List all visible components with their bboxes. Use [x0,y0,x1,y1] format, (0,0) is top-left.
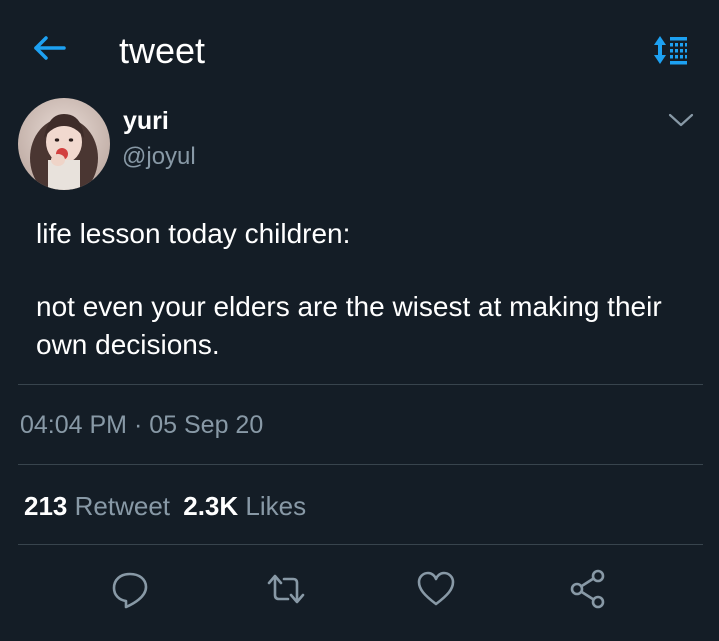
like-icon [417,571,455,606]
author-display-name[interactable]: yuri [123,106,169,136]
likes-count[interactable]: 2.3K [183,491,238,521]
tweet-timestamp: 04:04 PM · 05 Sep 20 [20,410,263,440]
retweet-label[interactable]: Retweet [75,491,170,521]
page-title: tweet [119,30,206,71]
divider [18,384,703,385]
timestamp-separator: · [127,411,150,439]
sort-toggle-icon [654,36,687,65]
sort-toggle-button[interactable] [651,33,693,73]
like-button[interactable] [414,567,458,611]
tweet-date: 05 Sep 20 [149,411,264,439]
more-options-button[interactable] [664,108,698,132]
back-button[interactable] [30,32,70,72]
likes-label[interactable]: Likes [245,491,306,521]
retweet-icon [267,574,305,604]
avatar-photo-icon [18,98,110,190]
retweet-count[interactable]: 213 [24,491,67,521]
avatar[interactable] [18,98,110,190]
divider [18,544,703,545]
author-handle[interactable]: @joyul [122,143,196,171]
reply-button[interactable] [108,567,152,611]
chevron-down-icon [668,113,694,127]
tweet-stats: 213 Retweet 2.3K Likes [24,490,306,522]
tweet-time: 04:04 PM [20,411,128,439]
share-icon [570,569,605,609]
tweet-text-line: not even your elders are the wisest at m… [36,291,662,360]
tweet-text-line: life lesson today children: [36,218,351,249]
divider [18,464,703,465]
tweet-body: life lesson today children: not even you… [36,215,686,364]
share-button[interactable] [566,567,610,611]
back-arrow-icon [34,36,66,60]
reply-icon [112,572,148,609]
retweet-button[interactable] [264,567,308,611]
top-bar: tweet [0,0,719,100]
